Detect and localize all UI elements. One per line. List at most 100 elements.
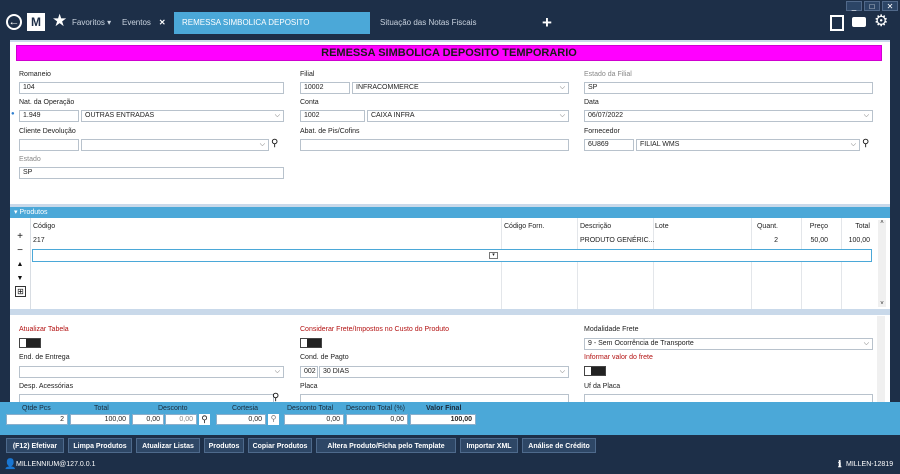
- conta-select[interactable]: CAIXA INFRA ⌵: [367, 110, 569, 122]
- search-icon[interactable]: ⚲: [271, 138, 278, 149]
- desconto-label: Desconto: [158, 405, 188, 412]
- chevron-down-icon: ⌵: [259, 141, 265, 148]
- desp-acessorias-field[interactable]: [19, 394, 274, 402]
- fornecedor-code-field[interactable]: 6U869: [584, 139, 634, 151]
- qtde-label: Qtde Pcs: [22, 405, 51, 412]
- estado-filial-field[interactable]: SP: [584, 82, 873, 94]
- move-up-button[interactable]: ▲: [13, 258, 27, 272]
- cell-preco[interactable]: 50,00: [800, 237, 828, 244]
- modalidade-select[interactable]: 9 - Sem Ocorrência de Transporte ⌵: [584, 338, 873, 350]
- col-codigo[interactable]: Código: [33, 223, 55, 230]
- cliente-code-field[interactable]: [19, 139, 79, 151]
- produtos-grid: + − ▲ ▼ ⊞ Código Código Forn. Descrição …: [10, 218, 890, 309]
- close-window-button[interactable]: ✕: [882, 1, 898, 11]
- status-server: MILLEN-12819: [846, 461, 894, 468]
- end-entrega-label: End. de Entrega: [19, 354, 70, 361]
- atualizar-toggle[interactable]: [19, 338, 41, 348]
- desconto-pct-value[interactable]: 0,00: [165, 414, 197, 425]
- placa-field[interactable]: [300, 394, 569, 402]
- col-descricao[interactable]: Descrição: [580, 223, 611, 230]
- end-entrega-select[interactable]: ⌵: [19, 366, 284, 378]
- natop-select[interactable]: OUTRAS ENTRADAS ⌵: [81, 110, 284, 122]
- col-quant[interactable]: Quant.: [748, 223, 778, 230]
- section-scrollbar[interactable]: [877, 316, 885, 402]
- filial-label: Filial: [300, 71, 315, 78]
- cortesia-search-icon[interactable]: ⚲: [268, 414, 279, 425]
- logo-icon[interactable]: M: [27, 13, 45, 31]
- search-icon[interactable]: ⚲: [199, 414, 210, 425]
- limpa-produtos-button[interactable]: Limpa Produtos: [68, 438, 132, 453]
- produtos-header[interactable]: ▾ Produtos: [10, 207, 890, 218]
- back-icon[interactable]: ←: [6, 14, 22, 30]
- estado-field[interactable]: SP: [19, 167, 284, 179]
- col-codigo-forn[interactable]: Código Forn.: [504, 223, 544, 230]
- dropdown-icon[interactable]: ▾: [489, 252, 498, 259]
- cell-quant[interactable]: 2: [748, 237, 778, 244]
- chat-icon[interactable]: [852, 17, 866, 27]
- remove-row-button[interactable]: −: [13, 244, 27, 258]
- tab-eventos[interactable]: Eventos ✕: [114, 12, 172, 34]
- chevron-down-icon: ⌵: [559, 84, 565, 91]
- natop-label: Nat. da Operação: [19, 99, 75, 106]
- filial-value: INFRACOMMERCE: [356, 84, 419, 91]
- natop-code-field[interactable]: 1.949: [19, 110, 79, 122]
- data-field[interactable]: 06/07/2022 ⌵: [584, 110, 873, 122]
- informar-frete-toggle[interactable]: [584, 366, 606, 376]
- maximize-button[interactable]: □: [864, 1, 880, 11]
- filial-select[interactable]: INFRACOMMERCE ⌵: [352, 82, 569, 94]
- considerar-toggle[interactable]: [300, 338, 322, 348]
- tab-situacao[interactable]: Situação das Notas Fiscais Eletrônicas✕: [372, 12, 532, 49]
- cond-select[interactable]: 30 DIAS ⌵: [319, 366, 569, 378]
- cortesia-value[interactable]: 0,00: [216, 414, 266, 425]
- move-down-button[interactable]: ▼: [13, 272, 27, 286]
- atualizar-listas-button[interactable]: Atualizar Listas: [136, 438, 200, 453]
- header-form: REMESSA SIMBOLICA DEPOSITO TEMPORARIO Ro…: [10, 42, 890, 204]
- altera-produto-button[interactable]: Altera Produto/Ficha pelo Template: [316, 438, 456, 453]
- tab-remessa[interactable]: REMESSA SIMBOLICA DEPOSITO TEMPORARIO✕: [174, 12, 370, 49]
- cell-total[interactable]: 100,00: [840, 237, 870, 244]
- cell-descricao[interactable]: PRODUTO GENÉRIC...: [580, 237, 655, 244]
- status-user: MILLENNIUM@127.0.0.1: [16, 461, 96, 468]
- close-tab-icon[interactable]: ✕: [159, 18, 166, 27]
- valor-final-value: 100,00: [410, 414, 476, 425]
- cell-codigo[interactable]: 217: [33, 237, 45, 244]
- importar-xml-button[interactable]: Importar XML: [460, 438, 518, 453]
- analise-credito-button[interactable]: Análise de Crédito: [522, 438, 596, 453]
- info-icon: ●: [11, 111, 15, 117]
- add-row-button[interactable]: +: [13, 230, 27, 244]
- new-row-editor[interactable]: ▾: [32, 249, 872, 262]
- copiar-produtos-button[interactable]: Copiar Produtos: [248, 438, 312, 453]
- totals-bar: Qtde Pcs 2 Total 100,00 Desconto 0,00 0,…: [0, 402, 900, 435]
- chevron-down-icon: ⌵: [559, 112, 565, 119]
- romaneio-field[interactable]: 104: [19, 82, 284, 94]
- user-icon: 👤: [4, 459, 17, 470]
- fornecedor-select[interactable]: FILIAL WMS ⌵: [636, 139, 860, 151]
- abat-field[interactable]: [300, 139, 569, 151]
- minimize-button[interactable]: _: [846, 1, 862, 11]
- col-lote[interactable]: Lote: [655, 223, 669, 230]
- gear-icon[interactable]: ⚙: [874, 11, 888, 31]
- col-total[interactable]: Total: [840, 223, 870, 230]
- total-value: 100,00: [70, 414, 130, 425]
- cond-code-field[interactable]: 002: [300, 366, 318, 378]
- filial-code-field[interactable]: 10002: [300, 82, 350, 94]
- natop-value: OUTRAS ENTRADAS: [85, 112, 155, 119]
- grid-body: [30, 218, 878, 309]
- qtde-value: 2: [6, 414, 68, 425]
- placa-label: Placa: [300, 383, 318, 390]
- clipboard-icon[interactable]: [830, 15, 844, 31]
- add-tab-button[interactable]: +: [542, 13, 552, 33]
- main-panel: REMESSA SIMBOLICA DEPOSITO TEMPORARIO Ro…: [10, 40, 890, 403]
- desconto-value[interactable]: 0,00: [132, 414, 164, 425]
- tab-favoritos[interactable]: Favoritos ▾: [64, 12, 114, 34]
- grid-scrollbar[interactable]: ˄ ˅: [878, 220, 886, 307]
- insert-row-button[interactable]: ⊞: [15, 286, 26, 297]
- uf-placa-field[interactable]: [584, 394, 873, 402]
- produtos-button[interactable]: Produtos: [204, 438, 244, 453]
- search-icon[interactable]: ⚲: [862, 138, 869, 149]
- col-preco[interactable]: Preço: [800, 223, 828, 230]
- data-value: 06/07/2022: [588, 112, 624, 119]
- efetivar-button[interactable]: (F12) Efetivar: [6, 438, 64, 453]
- conta-code-field[interactable]: 1002: [300, 110, 365, 122]
- cliente-select[interactable]: ⌵: [81, 139, 269, 151]
